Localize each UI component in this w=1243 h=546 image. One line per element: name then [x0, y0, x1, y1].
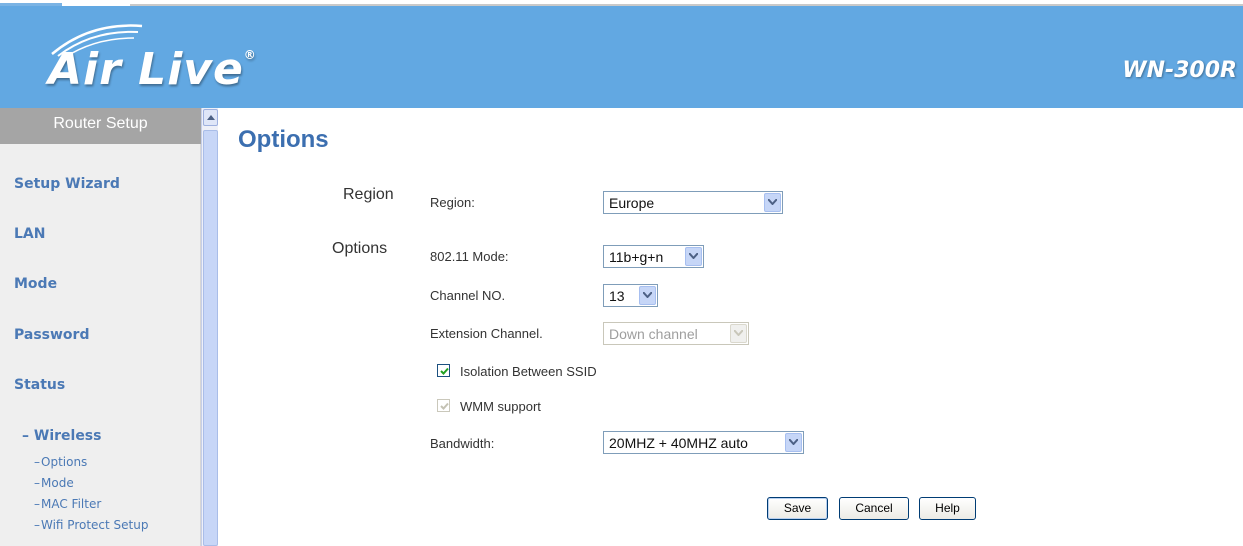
sidebar-subitem-mac-filter[interactable]: MAC Filter	[34, 497, 101, 511]
region-select-value: Europe	[609, 195, 655, 211]
save-button[interactable]: Save	[767, 497, 828, 520]
sidebar-item-mode[interactable]: Mode	[14, 276, 57, 292]
header-banner: Air Live® WN-300R	[0, 6, 1243, 108]
sidebar-subitem-options[interactable]: Options	[34, 455, 87, 469]
extension-channel-label: Extension Channel.	[430, 326, 543, 341]
scroll-up-button[interactable]	[203, 109, 218, 126]
region-dropdown-button[interactable]	[764, 193, 781, 212]
extension-channel-select[interactable]: Down channel	[603, 322, 749, 345]
region-select[interactable]: Europe	[603, 191, 783, 214]
section-options-heading: Options	[332, 240, 388, 257]
logo-text: Air Live	[48, 44, 244, 95]
sidebar-item-wireless[interactable]: – Wireless	[22, 428, 101, 444]
sidebar-item-password[interactable]: Password	[14, 327, 89, 343]
chevron-down-icon	[734, 330, 743, 336]
mode-select-value: 11b+g+n	[609, 249, 664, 265]
model-name: WN-300R	[1122, 58, 1237, 83]
chevron-down-icon	[768, 199, 777, 205]
wmm-label: WMM support	[460, 399, 541, 414]
bandwidth-label: Bandwidth:	[430, 436, 495, 451]
bandwidth-select[interactable]: 20MHZ + 40MHZ auto	[603, 431, 804, 454]
section-region-heading: Region	[343, 186, 394, 203]
airlive-logo: Air Live®	[30, 20, 270, 100]
sidebar-subitem-wifi-protect-setup[interactable]: Wifi Protect Setup	[34, 518, 148, 532]
sidebar-item-status[interactable]: Status	[14, 377, 65, 393]
channel-label: Channel NO.	[430, 288, 506, 303]
sidebar-item-setup-wizard[interactable]: Setup Wizard	[14, 176, 120, 192]
sidebar-item-wireless-label: Wireless	[33, 428, 102, 444]
chevron-down-icon	[643, 292, 652, 298]
isolation-checkbox[interactable]	[437, 364, 450, 377]
checkmark-icon	[440, 367, 449, 375]
collapse-marker: –	[22, 428, 29, 444]
sidebar-scrollbar[interactable]	[201, 108, 218, 546]
region-label: Region:	[430, 195, 475, 210]
extension-channel-value: Down channel	[609, 326, 698, 342]
mode-select[interactable]: 11b+g+n	[603, 245, 704, 268]
chevron-up-icon	[207, 115, 215, 120]
extension-channel-dropdown-button[interactable]	[730, 324, 747, 343]
mode-dropdown-button[interactable]	[685, 247, 702, 266]
checkmark-icon	[440, 402, 449, 410]
sidebar-item-lan[interactable]: LAN	[14, 226, 45, 242]
channel-select-value: 13	[609, 288, 625, 304]
sidebar-heading: Router Setup	[0, 108, 201, 144]
channel-select[interactable]: 13	[603, 284, 658, 307]
logo-wordmark: Air Live®	[48, 44, 257, 95]
wmm-checkbox[interactable]	[437, 399, 450, 412]
scrollbar-thumb[interactable]	[203, 130, 218, 546]
chevron-down-icon	[689, 253, 698, 259]
chevron-down-icon	[789, 439, 798, 445]
sidebar: Router Setup Setup Wizard LAN Mode Passw…	[0, 108, 201, 546]
channel-dropdown-button[interactable]	[639, 286, 656, 305]
isolation-label: Isolation Between SSID	[460, 364, 597, 379]
cancel-button[interactable]: Cancel	[839, 497, 909, 520]
registered-mark: ®	[243, 48, 257, 62]
mode-label: 802.11 Mode:	[430, 249, 509, 264]
page-title: Options	[238, 126, 329, 153]
help-button[interactable]: Help	[919, 497, 976, 520]
sidebar-subitem-mode[interactable]: Mode	[34, 476, 74, 490]
bandwidth-dropdown-button[interactable]	[785, 433, 802, 452]
bandwidth-select-value: 20MHZ + 40MHZ auto	[609, 435, 748, 451]
